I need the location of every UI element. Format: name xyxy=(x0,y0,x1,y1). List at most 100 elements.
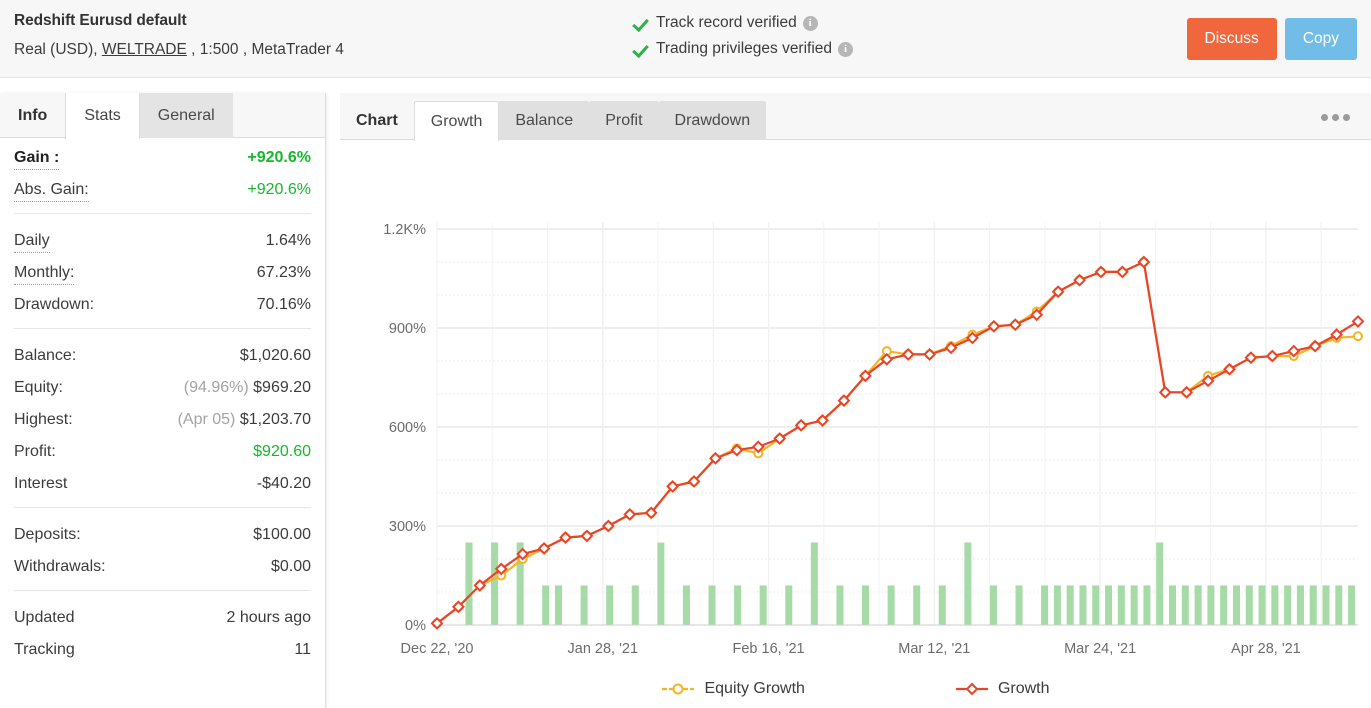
info-icon[interactable]: i xyxy=(802,15,818,31)
stats-row-label: Tracking xyxy=(14,641,75,658)
chart-bar xyxy=(1181,585,1189,625)
stats-row-label: Balance: xyxy=(14,347,77,364)
chart-bar xyxy=(1296,585,1304,625)
stats-row-value: -$40.20 xyxy=(256,475,311,492)
stats-row-value-wrap: (Apr 05) $1,203.70 xyxy=(178,404,311,436)
legend-item[interactable]: Equity Growth xyxy=(661,680,805,698)
chart-bar xyxy=(964,542,972,625)
x-axis-tick: Apr 28, '21 xyxy=(1231,641,1301,657)
chart-bar xyxy=(1156,542,1164,625)
stats-row-label[interactable]: Abs. Gain: xyxy=(14,179,89,202)
stats-row-label: Drawdown: xyxy=(14,296,95,313)
stats-row-value-wrap: $920.60 xyxy=(253,436,311,468)
page-header: Redshift Eurusd default Real (USD), WELT… xyxy=(0,0,1371,78)
chart-bar xyxy=(1105,585,1113,625)
tab-balance[interactable]: Balance xyxy=(499,101,590,140)
stats-row-label: Withdrawals: xyxy=(14,558,106,575)
info-icon[interactable]: i xyxy=(838,41,854,57)
x-axis-tick: Mar 12, '21 xyxy=(898,641,970,657)
chart-bar xyxy=(542,585,550,625)
x-axis-tick: Jan 28, '21 xyxy=(568,641,639,657)
stats-row-prefix: (94.96%) xyxy=(183,379,254,396)
sidebar-tab-stats[interactable]: Stats xyxy=(65,93,140,139)
stats-group: Deposits: $100.00 Withdrawals: $0.00 xyxy=(14,515,311,583)
account-title: Redshift Eurusd default xyxy=(14,12,187,29)
stats-row-label: Highest: xyxy=(14,411,73,428)
divider xyxy=(14,590,311,591)
sidebar-tab-info[interactable]: Info xyxy=(0,93,65,138)
stats-row-label[interactable]: Daily xyxy=(14,230,50,253)
chart-bar xyxy=(759,585,767,625)
legend-item[interactable]: Growth xyxy=(955,680,1050,698)
chart-bar xyxy=(836,585,844,625)
chart-bar xyxy=(1232,585,1240,625)
stats-row: Deposits: $100.00 xyxy=(14,519,311,551)
verification-label: Trading privileges verified xyxy=(656,40,833,57)
stats-row-value-wrap: 2 hours ago xyxy=(226,602,311,634)
y-axis-tick: 0% xyxy=(405,618,426,634)
chart-data-point[interactable] xyxy=(1351,314,1365,328)
account-type: Real (USD), xyxy=(14,41,102,58)
chart-legend: Equity Growth Growth xyxy=(340,680,1371,698)
x-axis-tick: Dec 22, '20 xyxy=(401,641,474,657)
discuss-button[interactable]: Discuss xyxy=(1186,18,1277,60)
chart-bar xyxy=(606,585,614,625)
y-axis-tick: 600% xyxy=(389,420,426,436)
stats-row-label[interactable]: Monthly: xyxy=(14,262,75,285)
chart-bar xyxy=(810,542,818,625)
stats-row-value: $1,203.70 xyxy=(239,411,311,428)
chart-panel: Chart Growth Balance Profit Drawdown 0% 3… xyxy=(340,93,1371,708)
x-axis-tick: Mar 24, '21 xyxy=(1064,641,1136,657)
stats-row-value: 67.23% xyxy=(256,264,311,281)
chart-bar xyxy=(1066,585,1074,625)
stats-row-value-wrap: $1,020.60 xyxy=(240,340,311,372)
chart-bar xyxy=(1041,585,1049,625)
chart-bar xyxy=(1092,585,1100,625)
check-icon xyxy=(632,41,649,58)
chart-data-point[interactable] xyxy=(1353,331,1363,342)
growth-chart: 0% 300% 600% 900% 1.2K% Dec 22, '20 Jan 28, '2… xyxy=(340,140,1371,706)
tab-drawdown[interactable]: Drawdown xyxy=(658,101,767,140)
chart-bar xyxy=(1053,585,1061,625)
kebab-icon[interactable] xyxy=(1315,107,1355,127)
chart-bar xyxy=(1079,585,1087,625)
stats-row-value: $0.00 xyxy=(270,558,311,575)
stats-row-label: Profit: xyxy=(14,443,56,460)
verification-trading-privileges: Trading privileges verified i xyxy=(632,38,854,60)
chart-bar xyxy=(465,542,473,625)
chart-canvas: 0% 300% 600% 900% 1.2K% Dec 22, '20 Jan 28, '2… xyxy=(383,222,1365,657)
sidebar-tab-general[interactable]: General xyxy=(139,93,233,138)
stats-row-label[interactable]: Gain : xyxy=(14,147,60,170)
stats-row-value-wrap: -$40.20 xyxy=(257,468,311,500)
stats-row-value-wrap: 11 xyxy=(294,634,311,666)
tab-growth[interactable]: Growth xyxy=(413,101,500,141)
header-actions: Discuss Copy xyxy=(1186,18,1357,60)
y-axis-tick: 1.2K% xyxy=(383,222,426,238)
chart-bar xyxy=(580,585,588,625)
check-icon xyxy=(632,15,649,32)
stats-row-prefix: (Apr 05) xyxy=(177,411,240,428)
broker-link[interactable]: WELTRADE xyxy=(102,41,187,58)
copy-button[interactable]: Copy xyxy=(1284,18,1357,60)
legend-marker-icon xyxy=(662,683,695,695)
chart-bar xyxy=(913,585,921,625)
chart-bar xyxy=(1130,585,1138,625)
divider xyxy=(14,507,311,508)
tab-profit[interactable]: Profit xyxy=(589,101,659,140)
chart-bar xyxy=(862,585,870,625)
stats-row: Profit: $920.60 xyxy=(14,436,311,468)
y-axis-tick: 900% xyxy=(389,321,426,337)
stats-row: Daily 1.64% xyxy=(14,225,311,257)
legend-marker-icon xyxy=(955,682,988,696)
chart-bar xyxy=(1220,585,1228,625)
divider xyxy=(14,213,311,214)
chart-bar xyxy=(989,585,997,625)
chart-bar xyxy=(491,542,499,625)
stats-row-label: Equity: xyxy=(14,379,63,396)
stats-row: Monthly: 67.23% xyxy=(14,257,311,289)
stats-row-value: +920.6% xyxy=(247,181,311,198)
stats-group: Gain : +920.6% Abs. Gain: +920.6% xyxy=(14,138,311,206)
stats-row-value-wrap: +920.6% xyxy=(247,142,311,174)
chart-bar xyxy=(1284,585,1292,625)
stats-row-value-wrap: 1.64% xyxy=(266,225,311,257)
